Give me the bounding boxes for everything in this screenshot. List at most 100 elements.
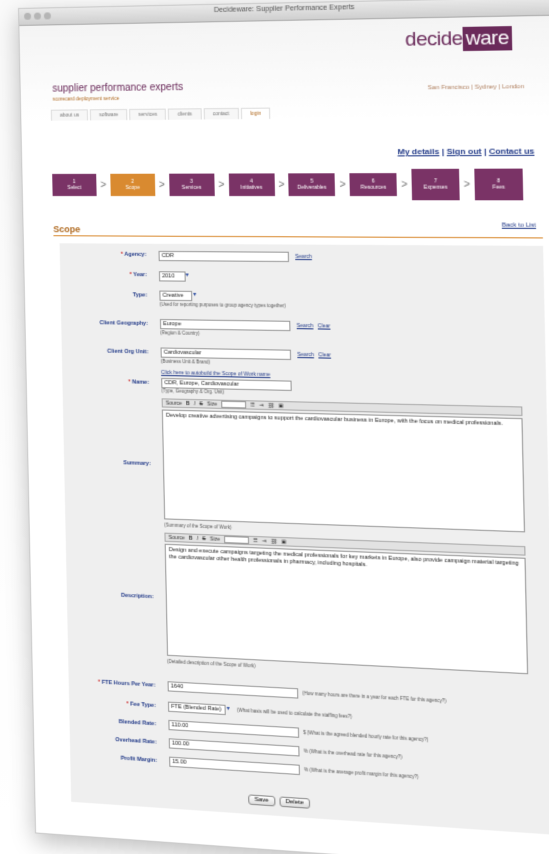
link-icon[interactable]: ⛓	[270, 538, 277, 544]
type-hint: (Used for reporting purposes to group ag…	[159, 301, 286, 309]
back-to-list-link[interactable]: Back to List	[502, 222, 536, 228]
fee-type-label: * Fee Type:	[126, 701, 156, 710]
overhead-rate-label: Overhead Rate:	[115, 737, 157, 746]
year-select[interactable]: 2010	[158, 271, 186, 282]
type-select[interactable]: Creative	[159, 290, 193, 302]
summary-hint: (Summary of the Scope of Work)	[164, 522, 232, 531]
italic-button[interactable]: I	[194, 401, 196, 407]
nav-tab-about-us[interactable]: about us	[50, 109, 89, 121]
agency-input[interactable]: CDR	[158, 250, 290, 263]
screenshot-stage: Decideware: Supplier Performance Experts…	[0, 0, 549, 854]
orgunit-hint: (Business Unit & Brand)	[160, 358, 211, 365]
main-nav: about us software services clients conta…	[50, 107, 271, 121]
source-button[interactable]: Source	[169, 534, 185, 541]
step-expenses[interactable]: 7 Expenses	[411, 168, 460, 201]
wizard-steps: 1 Select > 2 Scope > 3 Services > 4 Initiati…	[52, 165, 542, 203]
font-size-label: Size	[209, 535, 220, 543]
link-separator: |	[441, 146, 445, 157]
chevron-down-icon[interactable]: ▾	[193, 291, 196, 298]
strike-button[interactable]: S	[199, 401, 203, 407]
chevron-down-icon[interactable]: ▾	[186, 271, 189, 278]
bold-button[interactable]: B	[189, 535, 193, 541]
blended-rate-input[interactable]: 110.00	[168, 719, 300, 738]
agency-search-link[interactable]: Search	[295, 254, 312, 260]
chevron-right-icon: >	[278, 179, 285, 191]
summary-label: Summary:	[123, 460, 151, 468]
client-org-unit-label: Client Org Unit:	[107, 348, 149, 356]
chevron-right-icon: >	[463, 178, 471, 191]
agency-label: * Agency:	[120, 251, 147, 258]
step-initiatives[interactable]: 4 Initiatives	[228, 173, 275, 197]
orgunit-clear-link[interactable]: Clear	[318, 352, 331, 358]
image-icon[interactable]: ▣	[281, 539, 286, 545]
list-icon[interactable]: ☰	[250, 402, 255, 408]
autobuild-name-link[interactable]: Click here to autobuild the Scope of Wor…	[161, 370, 270, 378]
sign-out-link[interactable]: Sign out	[447, 147, 482, 157]
name-label: * Name:	[128, 379, 150, 386]
description-editor[interactable]: Design and execute campaigns targeting t…	[164, 543, 529, 675]
nav-tab-clients[interactable]: clients	[168, 108, 202, 120]
fee-type-select[interactable]: FTE (Blended Rate)	[167, 701, 226, 716]
step-fees[interactable]: 8 Fees	[474, 168, 524, 201]
italic-button[interactable]: I	[197, 535, 199, 541]
step-resources[interactable]: 6 Resources	[349, 173, 398, 197]
geography-search-link[interactable]: Search	[297, 323, 314, 329]
description-hint: (Detailed description of the Scope of Wo…	[167, 658, 256, 669]
description-label: Description:	[120, 592, 154, 601]
summary-editor[interactable]: Develop creative advertising campaigns t…	[161, 409, 526, 533]
step-scope[interactable]: 2 Scope	[110, 173, 156, 197]
chevron-down-icon[interactable]: ▾	[227, 705, 230, 712]
fte-hours-input[interactable]: 1640	[167, 681, 299, 699]
site-header: decide ware supplier performance experts …	[19, 15, 549, 122]
year-label: * Year:	[129, 272, 147, 279]
nav-tab-contact[interactable]: contact	[203, 107, 239, 120]
client-geography-label: Client Geography:	[99, 320, 148, 327]
delete-button[interactable]: Delete	[279, 796, 311, 809]
my-details-link[interactable]: My details	[397, 147, 439, 157]
step-select[interactable]: 1 Select	[52, 173, 97, 197]
name-hint: (Type, Geography & Org. Unit)	[161, 388, 225, 395]
overhead-rate-input[interactable]: 100.00	[168, 738, 300, 757]
geography-hint: (Region & Country)	[160, 330, 200, 336]
office-cities: San Francisco | Sydney | London	[427, 83, 525, 92]
nav-tab-software[interactable]: software	[89, 108, 128, 121]
orgunit-search-link[interactable]: Search	[297, 352, 314, 358]
save-button[interactable]: Save	[248, 794, 276, 807]
page-title: Scope	[53, 224, 81, 235]
geography-clear-link[interactable]: Clear	[318, 323, 331, 329]
fte-hours-hint: (How many hours are there in a year for …	[302, 690, 447, 704]
blended-rate-label: Blended Rate:	[118, 719, 157, 728]
profit-margin-input[interactable]: 15.00	[169, 756, 300, 776]
blended-rate-hint: $ (What is the agreed blended hourly rat…	[303, 729, 429, 743]
scope-form: * Agency: CDR Search * Year: 2010 ▾ Type…	[59, 243, 549, 835]
chevron-right-icon: >	[339, 178, 346, 191]
chevron-right-icon: >	[100, 179, 107, 191]
profit-margin-hint: % (What is the average profit margin for…	[303, 767, 419, 780]
decideware-logo[interactable]: decide ware	[405, 26, 513, 52]
image-icon[interactable]: ▣	[278, 403, 283, 409]
profit-margin-label: Profit Margin:	[120, 755, 158, 764]
strike-button[interactable]: S	[202, 536, 206, 542]
nav-tab-login[interactable]: login	[240, 107, 271, 120]
title-divider	[53, 235, 543, 239]
list-icon[interactable]: ☰	[253, 537, 258, 543]
font-size-select[interactable]	[223, 535, 250, 544]
fte-hours-label: * FTE Hours Per Year:	[97, 679, 156, 689]
chevron-right-icon: >	[158, 179, 166, 191]
font-size-label: Size	[206, 400, 218, 408]
bold-button[interactable]: B	[186, 400, 190, 406]
step-services[interactable]: 3 Services	[168, 173, 215, 197]
source-button[interactable]: Source	[166, 400, 182, 406]
link-icon[interactable]: ⛓	[268, 402, 275, 408]
account-links: My details | Sign out | Contact us	[397, 146, 534, 156]
chevron-right-icon: >	[218, 179, 225, 191]
type-label: Type:	[132, 292, 148, 299]
font-size-select[interactable]	[221, 400, 247, 409]
contact-us-link[interactable]: Contact us	[489, 146, 535, 156]
step-deliverables[interactable]: 5 Deliverables	[288, 173, 336, 197]
indent-icon[interactable]: ⇥	[262, 538, 267, 544]
client-geography-input[interactable]: Europe	[159, 319, 291, 332]
indent-icon[interactable]: ⇥	[259, 402, 264, 408]
brand-subtitle: scorecard deployment service	[52, 95, 120, 103]
nav-tab-services[interactable]: services	[129, 108, 167, 121]
